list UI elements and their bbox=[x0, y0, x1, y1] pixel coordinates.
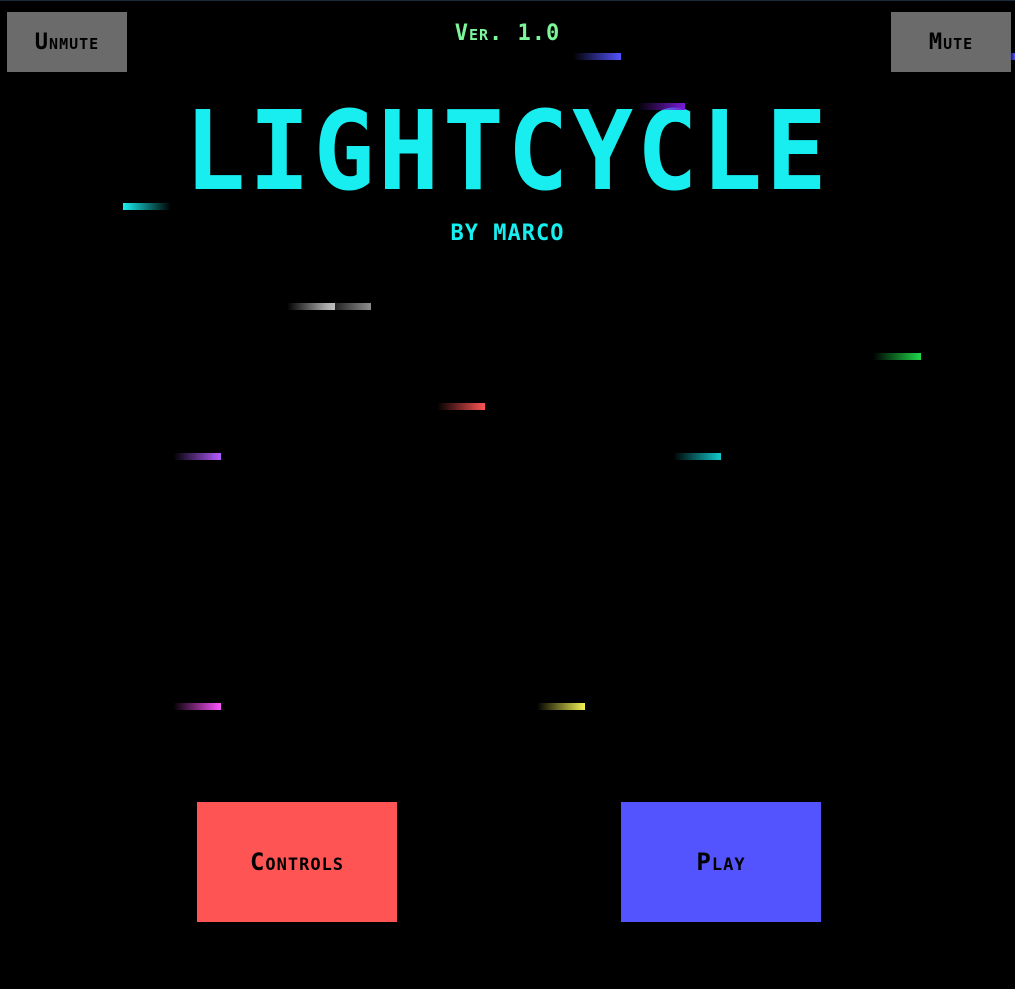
light-trail bbox=[323, 303, 371, 310]
controls-button[interactable]: Controls bbox=[197, 802, 397, 922]
light-trail bbox=[173, 703, 221, 710]
light-trail bbox=[873, 353, 921, 360]
play-button[interactable]: Play bbox=[621, 802, 821, 922]
light-trail bbox=[673, 453, 721, 460]
mute-button[interactable]: Mute bbox=[891, 12, 1011, 72]
light-trail bbox=[437, 403, 485, 410]
light-trail bbox=[637, 103, 685, 110]
light-trail bbox=[173, 453, 221, 460]
light-trail bbox=[1009, 53, 1015, 60]
light-trail bbox=[123, 203, 171, 210]
light-trail bbox=[573, 53, 621, 60]
author-byline: BY MARCO bbox=[450, 221, 565, 246]
light-trail bbox=[537, 703, 585, 710]
game-title: LIGHTCYCLE bbox=[184, 87, 831, 215]
game-canvas[interactable]: Unmute Ver. 1.0 Mute LIGHTCYCLE BY MARCO… bbox=[0, 0, 1015, 989]
version-label: Ver. 1.0 bbox=[454, 21, 561, 46]
